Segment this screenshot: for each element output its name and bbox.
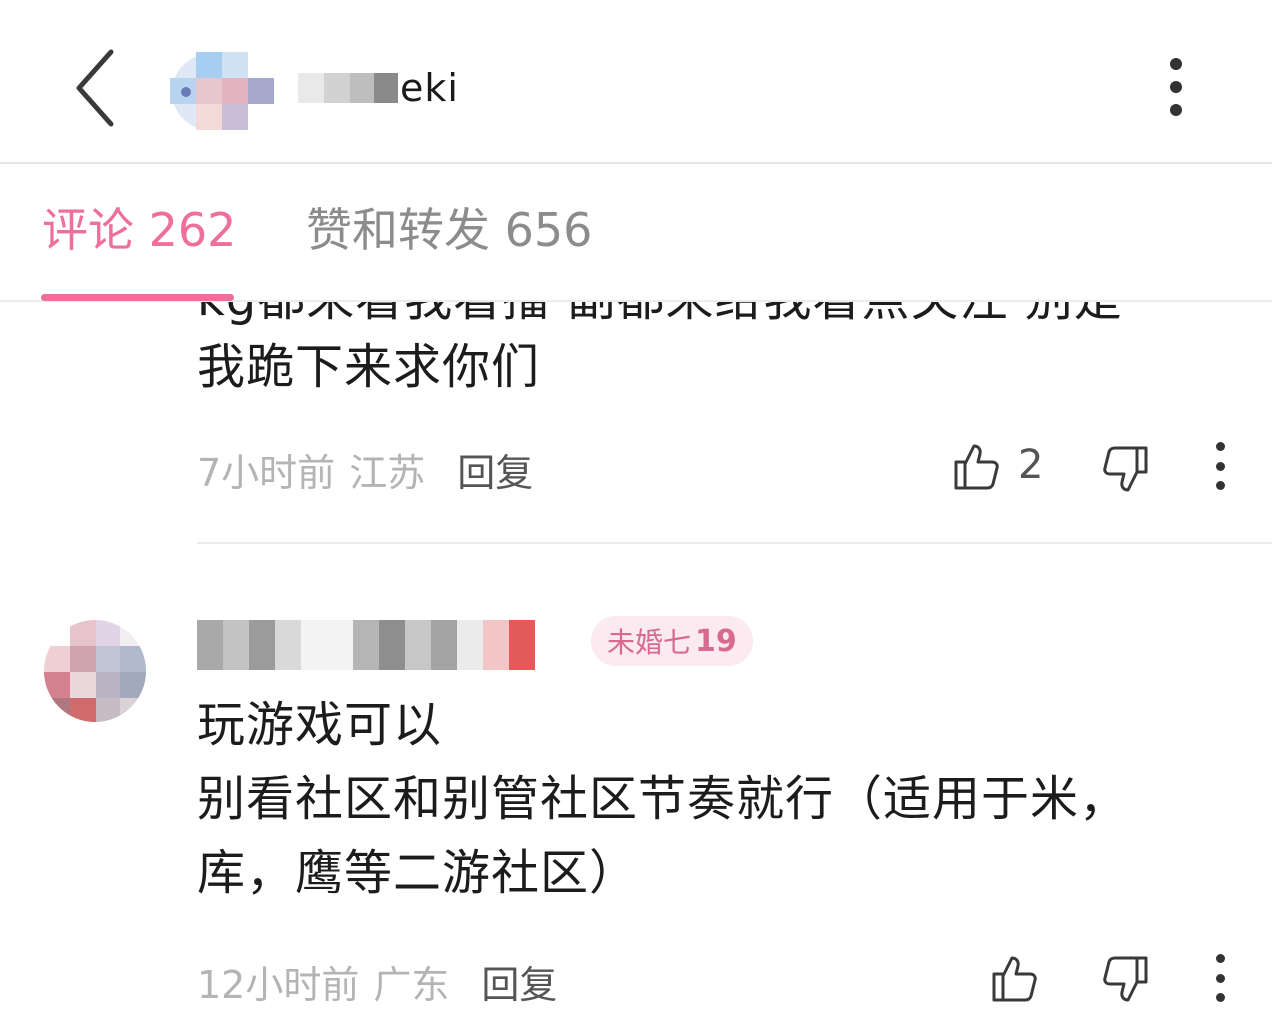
active-tab-indicator: [41, 294, 234, 301]
thumbs-up-icon[interactable]: [988, 952, 1040, 1004]
badge-level: 19: [695, 623, 737, 659]
reply-button[interactable]: 回复: [481, 954, 557, 1009]
comment-text: 我跪下来求你们: [197, 339, 541, 395]
comment-location: 广东: [373, 963, 450, 1007]
username[interactable]: eki: [298, 58, 459, 118]
avatar[interactable]: [170, 52, 274, 132]
vertical-dots-icon: [1215, 954, 1225, 963]
vertical-dots-icon: [1215, 442, 1225, 451]
divider: [197, 542, 1272, 544]
comment-meta: 12小时前 广东 回复: [197, 954, 557, 1009]
comment-text: 玩游戏可以 别看社区和别管社区节奏就行（适用于米， 库，鹰等二游社区）: [197, 697, 1129, 901]
badge-text: 未婚七: [607, 626, 692, 659]
comment-list[interactable]: kg都来看我看播·副都来给我看点关注 别是 我跪下来求你们 7小时前 江苏 回复…: [0, 302, 1272, 1032]
commenter-avatar[interactable]: [44, 620, 146, 722]
comment-more-button[interactable]: [1208, 954, 1232, 1002]
comment-more-button[interactable]: [1208, 442, 1232, 490]
reply-button[interactable]: 回复: [457, 442, 533, 497]
top-bar: eki: [0, 0, 1272, 164]
tab-bar: 评论 262 赞和转发 656: [0, 164, 1272, 302]
chevron-left-icon: [76, 49, 114, 127]
like-count: 2: [1018, 442, 1044, 488]
comment-time: 12小时前: [197, 963, 360, 1007]
thumbs-down-icon[interactable]: [1100, 444, 1152, 496]
tab-likes-reposts[interactable]: 赞和转发 656: [306, 200, 592, 260]
tab-comments[interactable]: 评论 262: [42, 200, 236, 260]
vertical-dots-icon: [1170, 58, 1182, 70]
level-badge: 未婚七 19: [591, 616, 753, 666]
comment-time: 7小时前: [197, 451, 336, 495]
thumbs-down-icon[interactable]: [1100, 954, 1152, 1006]
comment-meta: 7小时前 江苏 回复: [197, 442, 533, 497]
blurred-username: [298, 73, 398, 103]
more-options-button[interactable]: [1152, 52, 1200, 122]
comment-location: 江苏: [349, 451, 426, 495]
back-button[interactable]: [60, 40, 130, 136]
thumbs-up-icon[interactable]: [950, 440, 1002, 492]
blurred-commenter-name[interactable]: [197, 620, 535, 670]
username-text: eki: [400, 66, 459, 110]
